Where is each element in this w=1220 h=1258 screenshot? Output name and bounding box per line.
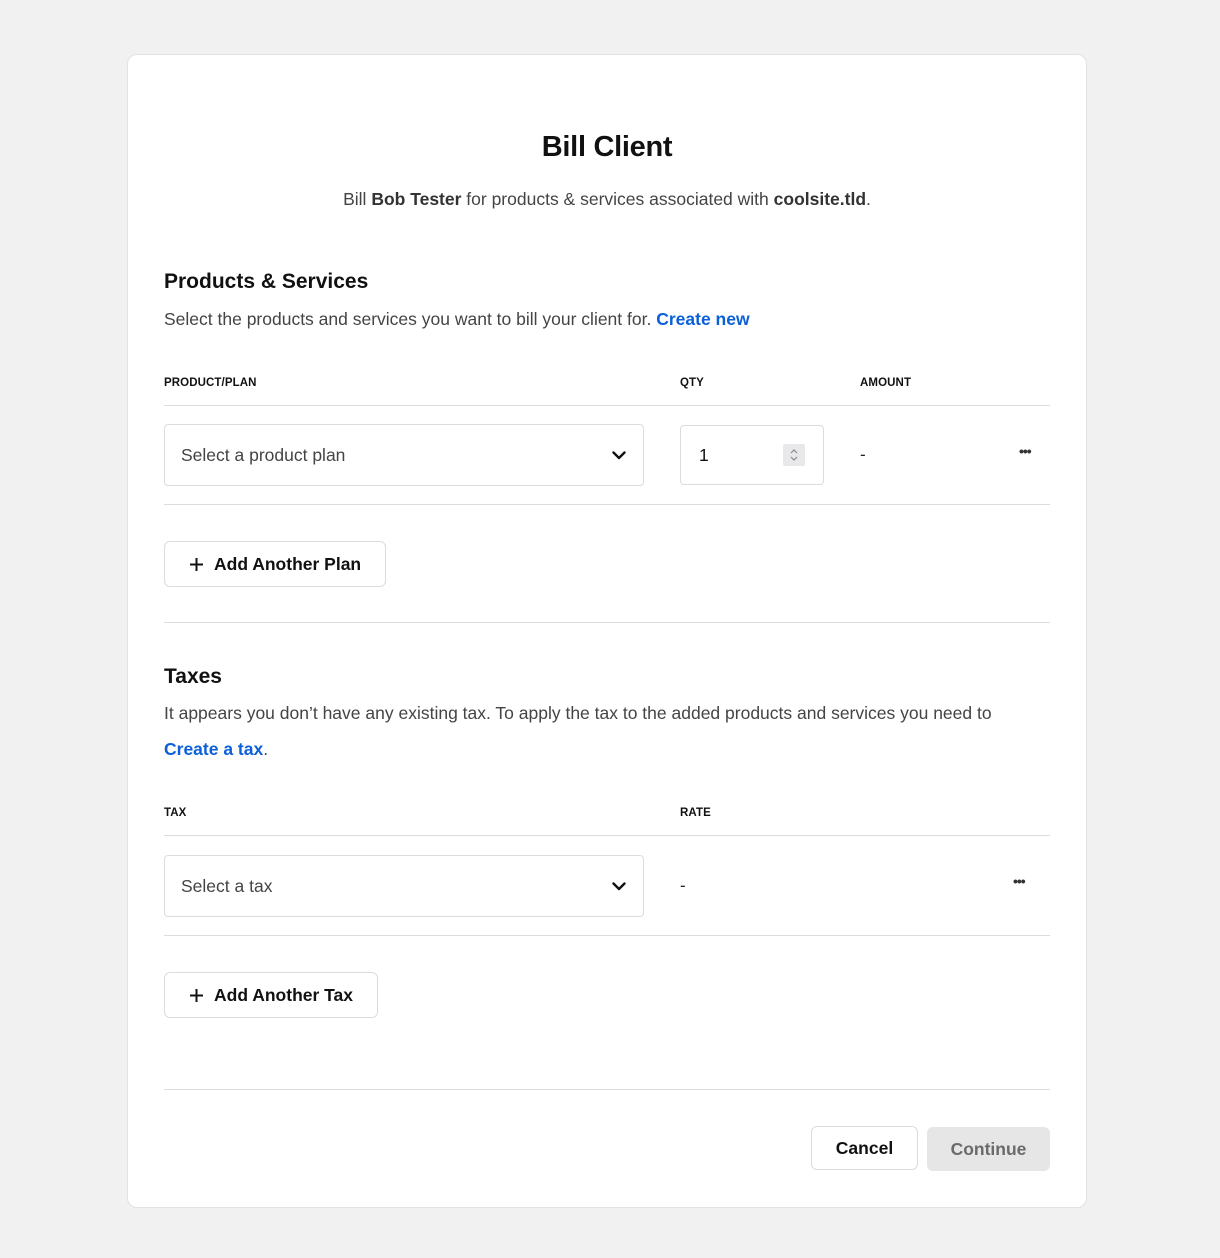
products-section-title: Products & Services	[164, 270, 369, 293]
dialog-title: Bill Client	[541, 131, 673, 163]
add-another-plan-label: Add Another Plan	[214, 553, 362, 574]
create-new-link[interactable]: Create new	[656, 309, 749, 329]
product-plan-placeholder: Select a product plan	[181, 444, 346, 465]
tax-placeholder: Select a tax	[181, 875, 273, 896]
chevron-down-icon	[611, 447, 627, 463]
bill-client-dialog: Bill Client Bill Bob Tester for products…	[127, 54, 1087, 1208]
continue-button[interactable]: Continue	[927, 1127, 1050, 1171]
plus-icon	[189, 988, 204, 1003]
section-divider	[164, 622, 1050, 623]
spinner-arrows-icon	[790, 449, 798, 461]
column-header-amount: AMOUNT	[860, 377, 912, 389]
column-header-tax: TAX	[164, 807, 187, 819]
ellipsis-icon[interactable]: •••	[1019, 443, 1032, 459]
divider	[164, 935, 1050, 936]
column-header-qty: QTY	[680, 377, 704, 389]
column-header-product-plan: PRODUCT/PLAN	[164, 377, 257, 389]
client-name: Bob Tester	[371, 189, 462, 209]
products-description-text: Select the products and services you wan…	[164, 309, 657, 329]
subtitle-prefix: Bill	[343, 189, 372, 209]
add-another-plan-button[interactable]: Add Another Plan	[164, 541, 387, 587]
rate-value: -	[680, 876, 686, 895]
chevron-down-icon	[611, 878, 627, 894]
column-header-rate: RATE	[680, 807, 711, 819]
products-section-description: Select the products and services you wan…	[164, 301, 1064, 337]
add-another-tax-label: Add Another Tax	[214, 984, 354, 1005]
create-a-tax-link[interactable]: Create a tax	[164, 739, 263, 759]
add-another-tax-button[interactable]: Add Another Tax	[164, 972, 379, 1018]
subtitle-suffix: .	[866, 189, 871, 209]
quantity-value[interactable]: 1	[699, 445, 709, 466]
dialog-subtitle: Bill Bob Tester for products & services …	[164, 189, 1050, 210]
cancel-button[interactable]: Cancel	[811, 1126, 918, 1170]
tax-select[interactable]: Select a tax	[164, 855, 644, 917]
plus-icon	[189, 557, 204, 572]
taxes-description-suffix: .	[263, 739, 269, 759]
taxes-section-title: Taxes	[164, 665, 222, 688]
taxes-section-description: It appears you don’t have any existing t…	[164, 695, 1064, 767]
subtitle-middle: for products & services associated with	[461, 189, 774, 209]
divider	[164, 504, 1050, 505]
quantity-stepper[interactable]: 1	[680, 425, 824, 485]
amount-value: -	[860, 445, 866, 464]
footer-divider	[164, 1089, 1050, 1090]
spinner-buttons[interactable]	[783, 444, 805, 466]
taxes-description-text: It appears you don’t have any existing t…	[164, 703, 992, 723]
domain-name: coolsite.tld	[773, 189, 867, 209]
product-plan-select[interactable]: Select a product plan	[164, 424, 644, 486]
divider	[164, 405, 1050, 406]
divider	[164, 835, 1050, 836]
ellipsis-icon[interactable]: •••	[1013, 873, 1026, 889]
